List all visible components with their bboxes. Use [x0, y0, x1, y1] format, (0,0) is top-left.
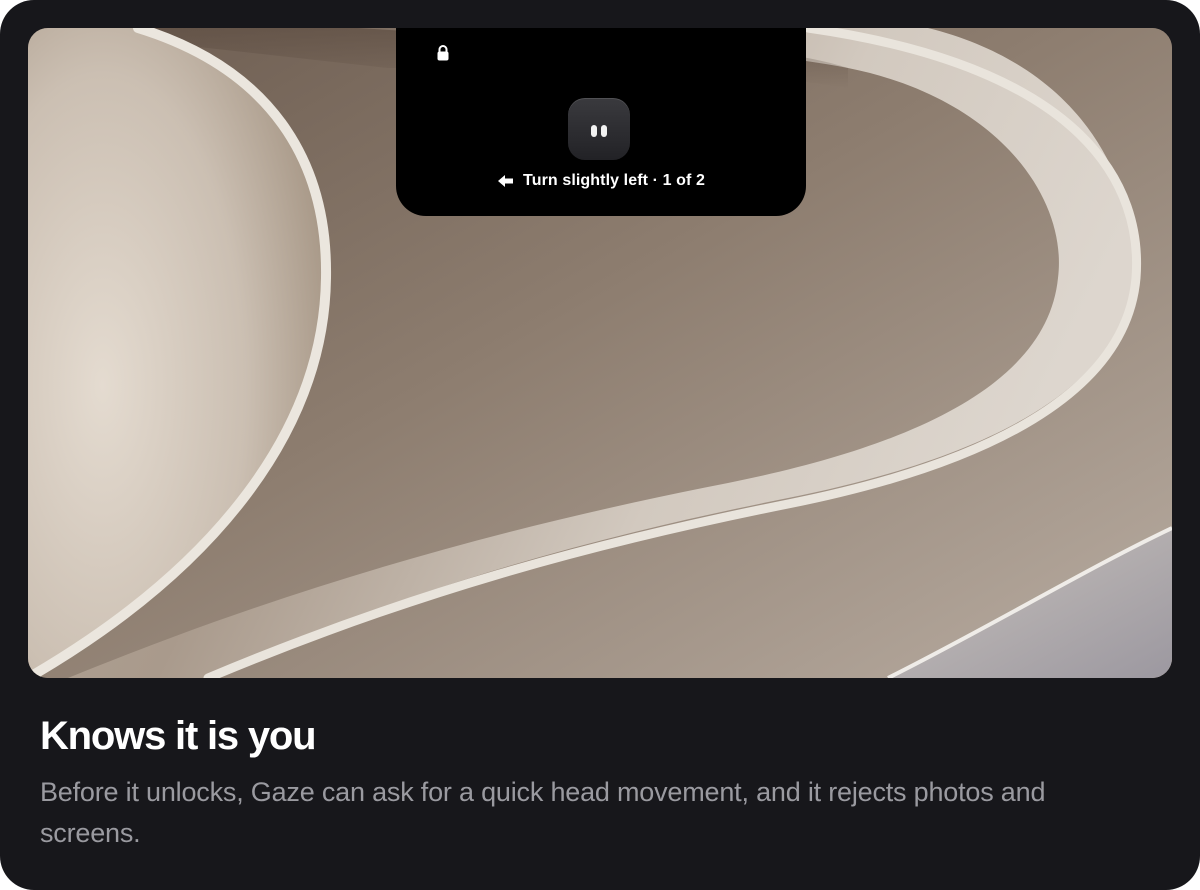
hint-text: Turn slightly left · 1 of 2: [523, 172, 705, 189]
face-icon: [568, 98, 630, 160]
right-eye: [601, 125, 607, 137]
face-unlock-notch: Turn slightly left · 1 of 2: [396, 28, 806, 216]
lock-icon: [437, 45, 449, 61]
card-title: Knows it is you: [40, 714, 317, 758]
card-description: Before it unlocks, Gaze can ask for a qu…: [40, 777, 1046, 848]
wallpaper-preview: Turn slightly left · 1 of 2: [28, 28, 1172, 678]
left-eye: [591, 125, 597, 137]
head-movement-hint: Turn slightly left · 1 of 2: [396, 172, 806, 190]
arrow-left-icon: [498, 175, 514, 187]
feature-card: Turn slightly left · 1 of 2 Knows it is …: [0, 0, 1200, 890]
